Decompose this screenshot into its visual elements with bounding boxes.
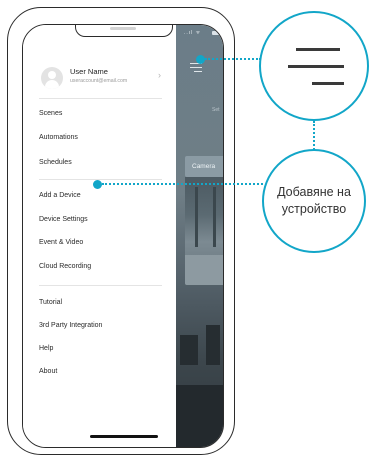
connector-line — [313, 121, 315, 150]
menu-item-device-settings[interactable]: Device Settings — [39, 216, 88, 223]
battery-icon — [212, 31, 220, 35]
speaker-grille — [110, 27, 136, 30]
camera-tab[interactable]: Camera — [185, 156, 223, 177]
avatar-body — [45, 80, 59, 89]
connector-dot — [196, 55, 205, 64]
camera-preview[interactable] — [185, 177, 223, 285]
divider — [39, 179, 162, 180]
menu-item-tutorial[interactable]: Tutorial — [39, 299, 62, 306]
phone-notch — [75, 25, 173, 37]
room-floor — [176, 385, 223, 447]
user-name: User Name — [70, 67, 108, 76]
feed-pillar — [195, 187, 198, 247]
phone-screen: User Name useraccount@email.com › Scenes… — [22, 24, 224, 448]
menu-item-automations[interactable]: Automations — [39, 134, 78, 141]
divider — [39, 98, 162, 99]
menu-item-third-party-integration[interactable]: 3rd Party Integration — [39, 322, 102, 329]
divider — [39, 285, 162, 286]
menu-item-cloud-recording[interactable]: Cloud Recording — [39, 263, 91, 270]
connector-dot — [93, 180, 102, 189]
room-furniture — [180, 335, 198, 365]
chevron-right-icon: › — [158, 70, 161, 80]
dimmed-app-background[interactable]: ..ıl ᯤ Set Camera — [176, 25, 223, 447]
hamburger-menu-icon — [288, 48, 344, 88]
menu-item-about[interactable]: About — [39, 368, 57, 375]
feed-pillar — [213, 187, 216, 247]
home-indicator[interactable] — [90, 435, 158, 438]
callout-add-device: Добавяне на устройство — [262, 149, 366, 253]
side-drawer: User Name useraccount@email.com › Scenes… — [23, 25, 176, 447]
status-bar-icons: ..ıl ᯤ — [184, 30, 202, 36]
phone-frame: User Name useraccount@email.com › Scenes… — [7, 7, 235, 455]
menu-item-help[interactable]: Help — [39, 345, 53, 352]
connector-line — [102, 183, 263, 185]
connector-line — [205, 58, 261, 60]
hamburger-menu-icon[interactable] — [190, 63, 202, 73]
avatar-head — [48, 71, 56, 79]
menu-item-scenes[interactable]: Scenes — [39, 110, 62, 117]
menu-item-event-video[interactable]: Event & Video — [39, 239, 83, 246]
callout-menu-icon — [259, 11, 369, 121]
menu-item-schedules[interactable]: Schedules — [39, 159, 72, 166]
callout-add-device-text: Добавяне на устройство — [277, 185, 351, 216]
room-furniture — [206, 325, 220, 365]
user-email: useraccount@email.com — [70, 78, 128, 84]
feed-floor — [185, 255, 223, 285]
menu-item-add-device[interactable]: Add a Device — [39, 192, 81, 199]
background-label: Set — [212, 107, 220, 113]
avatar — [41, 67, 63, 89]
user-profile-row[interactable]: User Name useraccount@email.com › — [23, 63, 176, 93]
